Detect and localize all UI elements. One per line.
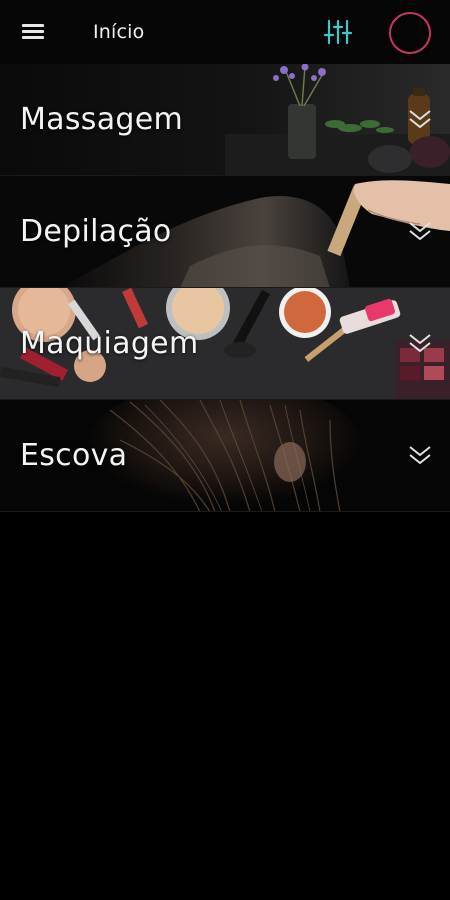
category-label: Massagem bbox=[20, 102, 184, 137]
double-chevron-down-icon[interactable] bbox=[407, 106, 433, 132]
category-label: Escova bbox=[20, 438, 128, 473]
double-chevron-down-icon[interactable] bbox=[407, 330, 433, 356]
category-list: Massagem Depilação Maquiagem Escova bbox=[0, 64, 450, 512]
page-title: Início bbox=[93, 21, 145, 43]
category-item-depilacao[interactable]: Depilação bbox=[0, 176, 450, 288]
category-item-escova[interactable]: Escova bbox=[0, 400, 450, 512]
category-label: Maquiagem bbox=[20, 326, 199, 361]
sliders-icon[interactable] bbox=[323, 18, 353, 46]
hamburger-menu-icon[interactable] bbox=[22, 24, 46, 42]
category-item-maquiagem[interactable]: Maquiagem bbox=[0, 288, 450, 400]
category-item-massagem[interactable]: Massagem bbox=[0, 64, 450, 176]
app-bar: Início bbox=[0, 0, 450, 64]
profile-avatar[interactable] bbox=[389, 12, 431, 54]
double-chevron-down-icon[interactable] bbox=[407, 442, 433, 468]
category-label: Depilação bbox=[20, 214, 172, 249]
double-chevron-down-icon[interactable] bbox=[407, 218, 433, 244]
